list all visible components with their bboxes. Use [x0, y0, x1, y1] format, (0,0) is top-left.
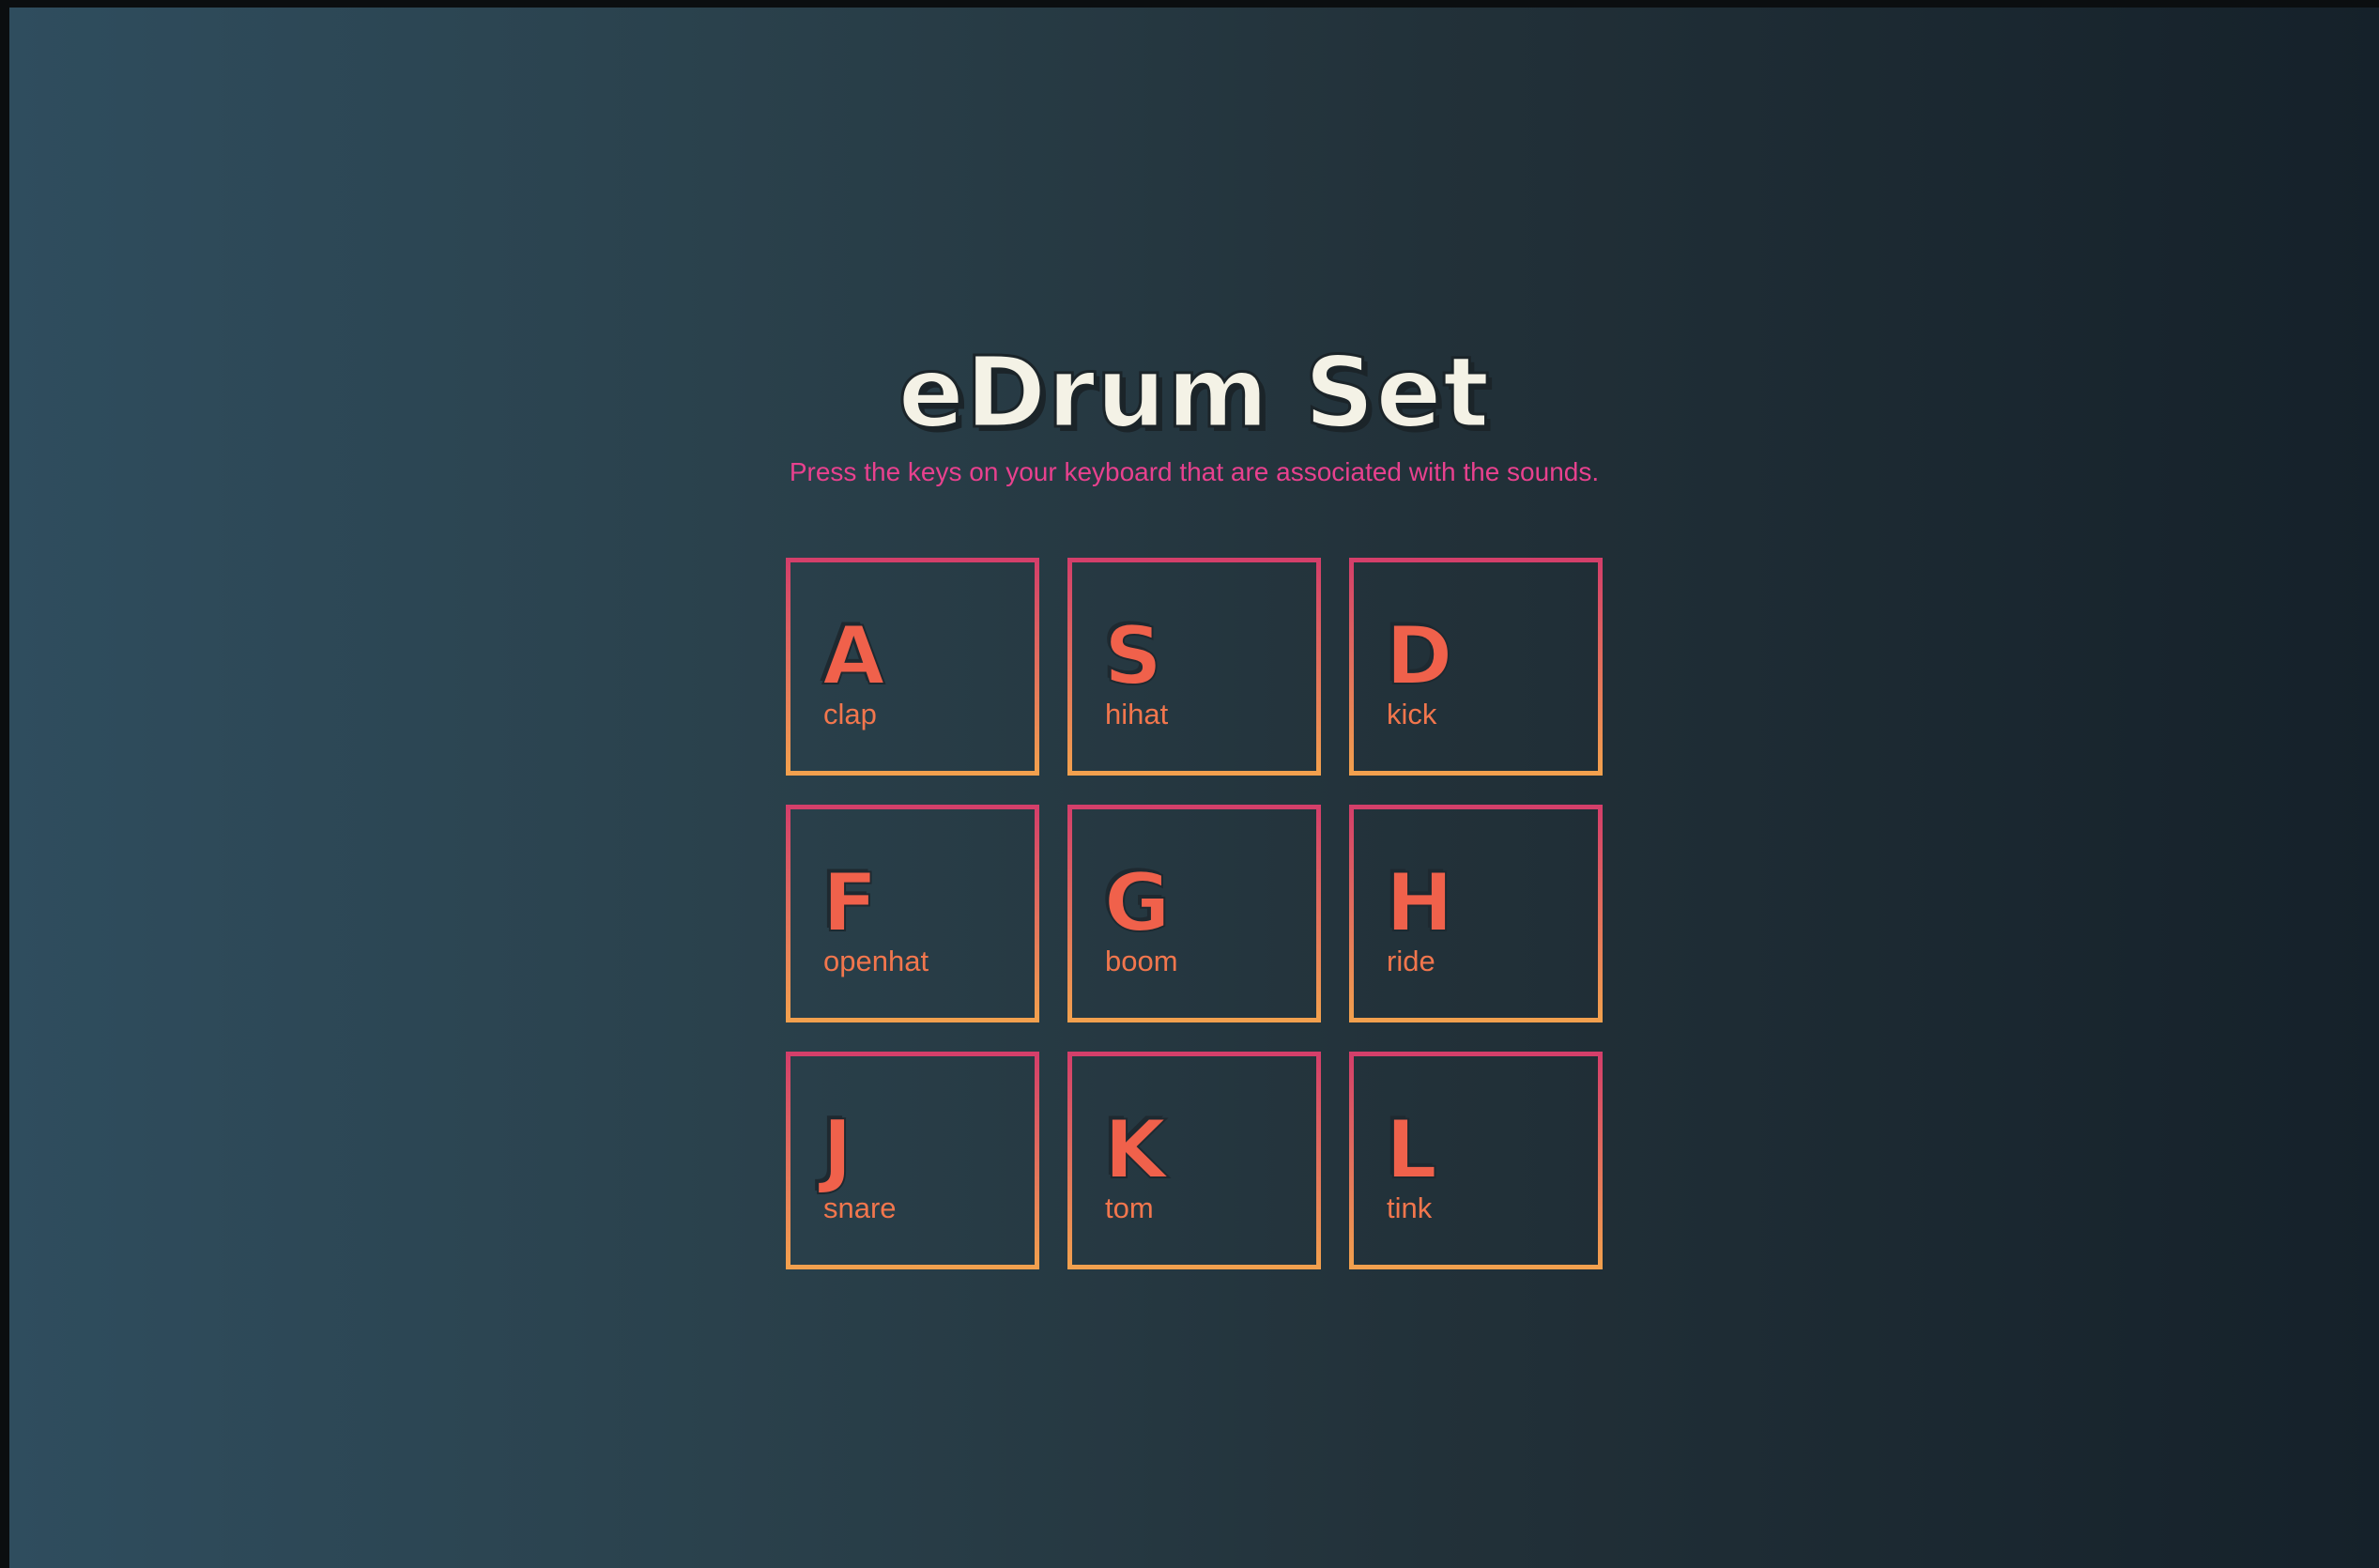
drum-key-h[interactable]: H ride — [1349, 805, 1603, 1022]
drum-page: eDrum Set Press the keys on your keyboar… — [9, 8, 2379, 1568]
key-letter: L — [1385, 1103, 1438, 1197]
drum-key-j[interactable]: J snare — [786, 1052, 1039, 1269]
key-sound-label: ride — [1387, 945, 1435, 977]
drum-keys-grid: A clap S hihat D kick F openhat G boom H… — [786, 558, 1603, 1269]
page-subtitle: Press the keys on your keyboard that are… — [789, 457, 1600, 486]
key-letter: H — [1385, 856, 1454, 950]
drum-key-f[interactable]: F openhat — [786, 805, 1039, 1022]
key-sound-label: kick — [1387, 698, 1437, 730]
drum-key-g[interactable]: G boom — [1067, 805, 1321, 1022]
drum-key-l[interactable]: L tink — [1349, 1052, 1603, 1269]
key-sound-label: snare — [823, 1191, 897, 1224]
key-sound-label: hihat — [1105, 698, 1169, 730]
key-sound-label: tink — [1387, 1191, 1433, 1224]
key-letter: A — [821, 609, 886, 703]
key-sound-label: clap — [823, 698, 877, 730]
key-sound-label: tom — [1105, 1191, 1154, 1224]
page-title: eDrum Set — [897, 335, 1491, 450]
key-letter: J — [821, 1103, 853, 1197]
drum-key-a[interactable]: A clap — [786, 558, 1039, 776]
drum-key-d[interactable]: D kick — [1349, 558, 1603, 776]
key-sound-label: boom — [1105, 945, 1178, 977]
key-letter: D — [1385, 609, 1453, 703]
key-letter: G — [1103, 856, 1172, 950]
key-letter: K — [1103, 1103, 1168, 1197]
drum-key-s[interactable]: S hihat — [1067, 558, 1321, 776]
key-letter: F — [821, 856, 879, 950]
drum-key-k[interactable]: K tom — [1067, 1052, 1321, 1269]
key-sound-label: openhat — [823, 945, 929, 977]
key-letter: S — [1103, 609, 1163, 703]
